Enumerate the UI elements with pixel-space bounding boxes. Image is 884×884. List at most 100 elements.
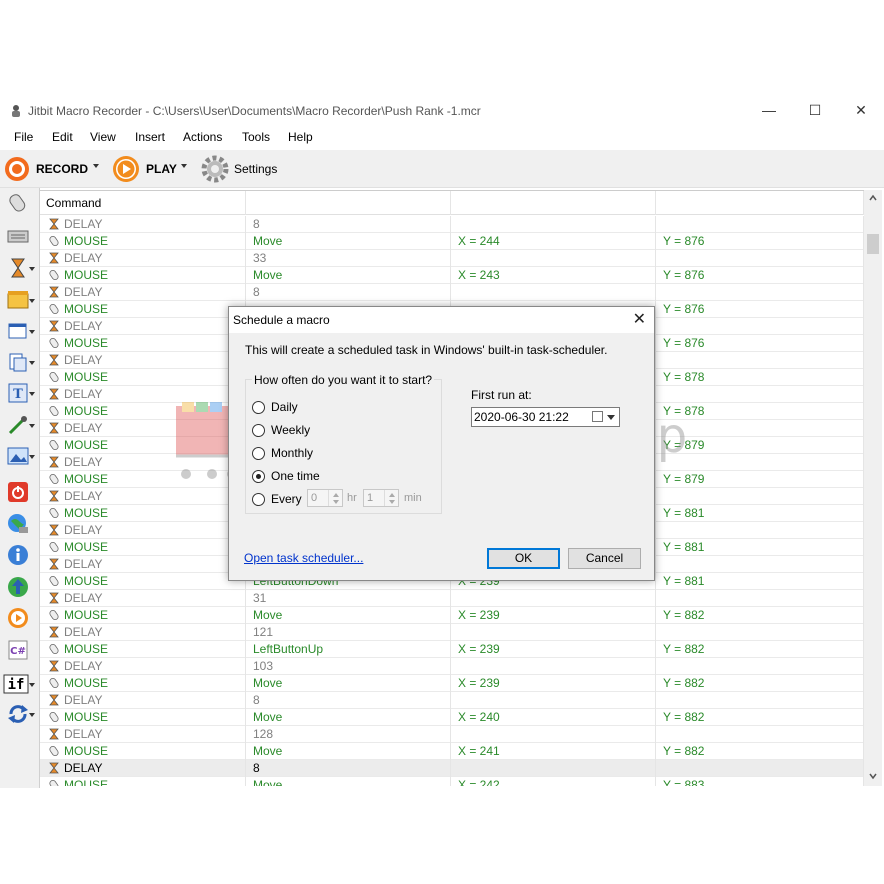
cell-param-2[interactable]: X = 243 — [451, 267, 656, 284]
cell-param-1[interactable]: 8 — [246, 284, 451, 301]
upload-globe-icon[interactable] — [6, 575, 30, 599]
cell-param-3[interactable]: Y = 876 — [656, 335, 864, 352]
cell-command[interactable]: MOUSE — [40, 335, 246, 352]
cell-param-3[interactable] — [656, 386, 864, 403]
table-row[interactable]: DELAY 8 — [40, 284, 864, 301]
settings-button[interactable]: Settings — [200, 155, 277, 183]
cell-param-1[interactable]: 128 — [246, 726, 451, 743]
dialog-close-icon[interactable]: ✕ — [633, 309, 646, 329]
dialog-dropdown-icon[interactable] — [29, 330, 35, 334]
cell-command[interactable]: DELAY — [40, 522, 246, 539]
radio-daily-dot[interactable] — [252, 400, 265, 414]
cell-param-1[interactable]: 103 — [246, 658, 451, 675]
cell-param-2[interactable] — [451, 726, 656, 743]
mouse-icon[interactable] — [6, 191, 30, 215]
scrollbar-thumb[interactable] — [867, 234, 879, 254]
cell-param-1[interactable]: 31 — [246, 590, 451, 607]
table-row[interactable]: DELAY 33 — [40, 250, 864, 267]
cell-param-2[interactable]: X = 239 — [451, 607, 656, 624]
table-row[interactable]: MOUSE Move X = 242 Y = 883 — [40, 777, 864, 786]
cell-param-3[interactable] — [656, 692, 864, 709]
cell-command[interactable]: MOUSE — [40, 301, 246, 318]
cell-command[interactable]: DELAY — [40, 726, 246, 743]
cell-command[interactable]: DELAY — [40, 692, 246, 709]
close-button[interactable]: ✕ — [838, 98, 884, 124]
cell-param-2[interactable] — [451, 658, 656, 675]
if-dropdown-icon[interactable] — [29, 683, 35, 687]
cell-command[interactable]: MOUSE — [40, 505, 246, 522]
play-dropdown-icon[interactable] — [181, 164, 187, 168]
cell-command[interactable]: MOUSE — [40, 233, 246, 250]
cell-param-1[interactable]: 8 — [246, 760, 451, 777]
datetime-dropdown-icon[interactable] — [607, 415, 615, 420]
radio-monthly-dot[interactable] — [252, 446, 265, 460]
cell-param-3[interactable]: Y = 878 — [656, 369, 864, 386]
cell-command[interactable]: DELAY — [40, 284, 246, 301]
first-run-datetime-picker[interactable]: 2020-06-30 21:22 — [471, 407, 620, 427]
table-row[interactable]: DELAY 103 — [40, 658, 864, 675]
cell-param-3[interactable]: Y = 882 — [656, 641, 864, 658]
column-header-3[interactable] — [451, 191, 656, 215]
ok-button[interactable]: OK — [487, 548, 560, 569]
cell-param-3[interactable] — [656, 726, 864, 743]
every-minutes-spin-buttons[interactable] — [384, 490, 398, 506]
cell-param-3[interactable]: Y = 882 — [656, 709, 864, 726]
table-row[interactable]: MOUSE Move X = 244 Y = 876 — [40, 233, 864, 250]
calendar-icon[interactable] — [592, 411, 603, 422]
cell-param-3[interactable]: Y = 881 — [656, 539, 864, 556]
cell-param-3[interactable] — [656, 556, 864, 573]
run-macro-icon[interactable] — [6, 606, 30, 630]
table-row[interactable]: DELAY 8 — [40, 692, 864, 709]
cell-command[interactable]: MOUSE — [40, 743, 246, 760]
cell-param-3[interactable] — [656, 284, 864, 301]
cell-command[interactable]: DELAY — [40, 386, 246, 403]
table-row[interactable]: MOUSE Move X = 241 Y = 882 — [40, 743, 864, 760]
cell-param-2[interactable]: X = 242 — [451, 777, 656, 786]
cell-param-3[interactable]: Y = 876 — [656, 233, 864, 250]
cell-command[interactable]: MOUSE — [40, 539, 246, 556]
cell-param-3[interactable] — [656, 420, 864, 437]
cell-command[interactable]: MOUSE — [40, 369, 246, 386]
delay-dropdown-icon[interactable] — [29, 267, 35, 271]
column-header-2[interactable] — [246, 191, 451, 215]
cell-param-1[interactable]: 121 — [246, 624, 451, 641]
cell-param-2[interactable]: X = 244 — [451, 233, 656, 250]
cell-command[interactable]: DELAY — [40, 624, 246, 641]
image-icon[interactable] — [6, 444, 30, 468]
cell-command[interactable]: MOUSE — [40, 607, 246, 624]
keyboard-icon[interactable] — [6, 224, 30, 248]
cell-param-3[interactable]: Y = 882 — [656, 743, 864, 760]
radio-every[interactable]: Every — [252, 491, 302, 507]
cell-param-2[interactable] — [451, 692, 656, 709]
cell-param-3[interactable] — [656, 318, 864, 335]
menu-tools[interactable]: Tools — [242, 130, 270, 144]
cell-command[interactable]: MOUSE — [40, 641, 246, 658]
cell-param-3[interactable] — [656, 352, 864, 369]
cell-param-3[interactable]: Y = 881 — [656, 505, 864, 522]
cell-param-1[interactable]: LeftButtonUp — [246, 641, 451, 658]
cell-param-3[interactable] — [656, 658, 864, 675]
cell-param-3[interactable]: Y = 878 — [656, 403, 864, 420]
radio-monthly[interactable]: Monthly — [252, 445, 313, 461]
text-icon[interactable]: T — [6, 381, 30, 405]
cell-param-2[interactable] — [451, 284, 656, 301]
cell-command[interactable]: DELAY — [40, 420, 246, 437]
play-button[interactable]: PLAY — [112, 156, 177, 182]
cell-command[interactable]: DELAY — [40, 590, 246, 607]
cell-command[interactable]: MOUSE — [40, 403, 246, 420]
table-row[interactable]: MOUSE Move X = 239 Y = 882 — [40, 607, 864, 624]
loop-icon[interactable] — [6, 702, 30, 726]
cell-command[interactable]: MOUSE — [40, 573, 246, 590]
cell-param-2[interactable]: X = 239 — [451, 641, 656, 658]
scroll-up-icon[interactable] — [869, 194, 877, 202]
every-hours-stepper[interactable]: 0 — [307, 489, 343, 507]
table-row[interactable]: DELAY 121 — [40, 624, 864, 641]
radio-weekly-dot[interactable] — [252, 423, 265, 437]
cell-command[interactable]: DELAY — [40, 760, 246, 777]
image-dropdown-icon[interactable] — [29, 455, 35, 459]
cell-param-3[interactable] — [656, 488, 864, 505]
cell-command[interactable]: MOUSE — [40, 777, 246, 786]
cell-command[interactable]: MOUSE — [40, 267, 246, 284]
radio-weekly[interactable]: Weekly — [252, 422, 310, 438]
cell-param-3[interactable] — [656, 522, 864, 539]
